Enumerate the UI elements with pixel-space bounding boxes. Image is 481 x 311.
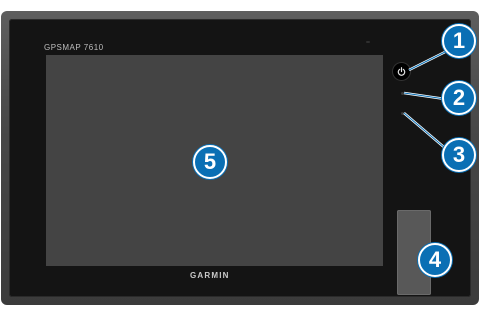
status-led [401,92,404,95]
ambient-sensor [401,112,404,115]
callout-5: 5 [193,145,227,179]
power-icon [397,67,406,76]
callout-1: 1 [442,24,476,58]
callout-4: 4 [418,243,452,277]
model-label: GPSMAP 7610 [44,43,104,52]
light-sensor [366,41,370,43]
callout-3: 3 [442,138,476,172]
callout-2: 2 [442,81,476,115]
power-button[interactable] [393,63,410,80]
brand-label: GARMIN [190,271,230,280]
